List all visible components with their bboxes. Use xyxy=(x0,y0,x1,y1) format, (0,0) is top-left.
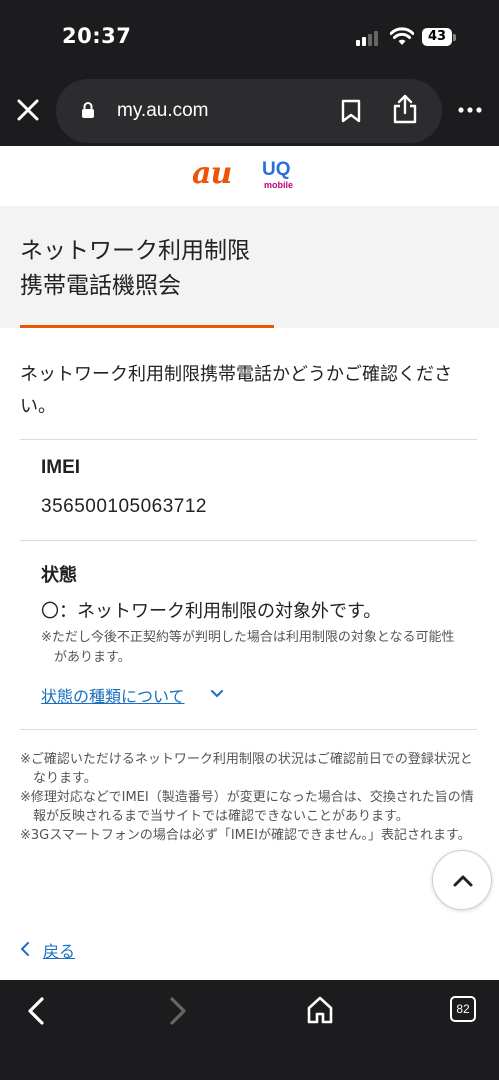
status-label: 状態 xyxy=(41,565,77,586)
tabs-icon[interactable]: 82 xyxy=(450,996,476,1022)
bookmark-icon[interactable] xyxy=(340,99,362,123)
page-title-line: 携帯電話機照会 xyxy=(20,273,181,299)
uq-logo[interactable]: UQ xyxy=(262,160,291,179)
back-link[interactable]: 戻る xyxy=(43,938,75,962)
au-logo[interactable]: au xyxy=(192,156,232,191)
signal-icon xyxy=(356,30,382,46)
header-logos: au UQ mobile xyxy=(0,146,499,206)
scroll-to-top-button[interactable] xyxy=(432,850,492,910)
url-text[interactable]: my.au.com xyxy=(117,100,209,122)
address-bar[interactable]: my.au.com xyxy=(56,79,442,143)
back-arrow-icon[interactable] xyxy=(26,996,46,1026)
footnote: ※3Gスマートフォンの場合は必ず「IMEIが確認できません。」表記されます。 xyxy=(20,828,471,843)
forward-arrow-icon[interactable] xyxy=(168,996,188,1026)
intro-text: ネットワーク利用制限携帯電話かどうかご確認ください。 xyxy=(20,364,452,417)
divider xyxy=(20,540,477,541)
divider xyxy=(20,439,477,440)
home-icon[interactable] xyxy=(306,995,334,1025)
browser-bottom-toolbar: 82 xyxy=(0,980,499,1080)
footnote: ※修理対応などでIMEI（製造番号）が変更になった場合は、交換された旨の情報が反… xyxy=(20,790,474,824)
status-types-link[interactable]: 状態の種類について xyxy=(41,683,185,707)
browser-toolbar: my.au.com xyxy=(0,76,499,146)
status-note: ※ただし今後不正契約等が判明した場合は利用制限の対象となる可能性があります。 xyxy=(41,630,455,665)
status-value: 〇：ネットワーク利用制限の対象外です。 xyxy=(41,601,382,622)
status-time: 20:37 xyxy=(62,24,132,48)
status-bar: 20:37 43 xyxy=(0,0,499,76)
lock-icon xyxy=(82,102,94,118)
chevron-left-icon[interactable] xyxy=(20,942,30,956)
battery-icon: 43 xyxy=(422,28,452,46)
close-icon[interactable] xyxy=(14,96,42,124)
footnotes: ※ご確認いただけるネットワーク利用制限の状況はご確認前日での登録状況となります。… xyxy=(20,750,480,845)
page-title: ネットワーク利用制限 携帯電話機照会 xyxy=(20,234,250,304)
divider xyxy=(20,729,477,730)
page-title-line: ネットワーク利用制限 xyxy=(20,238,250,264)
imei-label: IMEI xyxy=(41,457,81,478)
chevron-down-icon[interactable] xyxy=(210,689,224,699)
page-content: au UQ mobile ネットワーク利用制限 携帯電話機照会 ネットワーク利用… xyxy=(0,146,499,980)
imei-value: 356500105063712 xyxy=(41,496,208,517)
more-icon[interactable] xyxy=(458,106,482,114)
chevron-up-icon xyxy=(453,875,473,887)
battery-nub xyxy=(453,34,456,41)
share-icon[interactable] xyxy=(392,94,418,124)
wifi-icon xyxy=(390,27,414,45)
footnote: ※ご確認いただけるネットワーク利用制限の状況はご確認前日での登録状況となります。 xyxy=(20,752,473,786)
title-section: ネットワーク利用制限 携帯電話機照会 xyxy=(0,206,499,328)
title-underline xyxy=(20,325,274,328)
uq-mobile-label: mobile xyxy=(264,180,294,190)
